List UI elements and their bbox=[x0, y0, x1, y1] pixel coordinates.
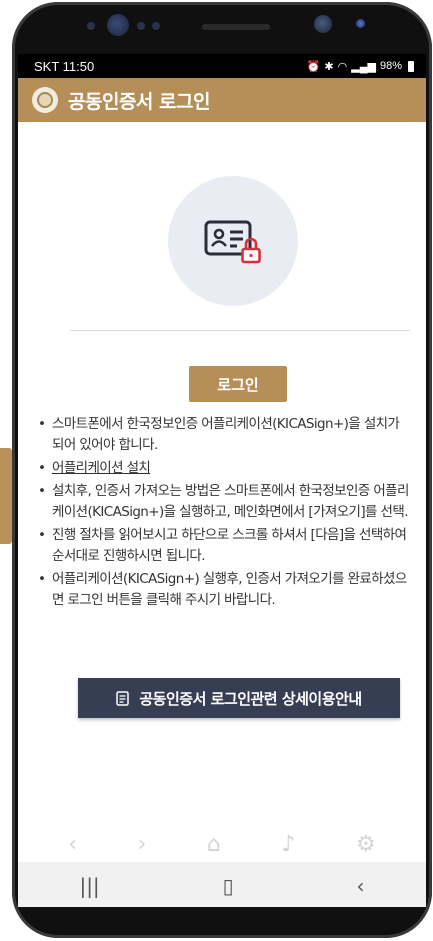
certificate-illustration bbox=[168, 176, 298, 306]
wifi-icon: ◠ bbox=[337, 60, 348, 73]
status-bar: SKT 11:50 ⏰ ✱ ◠ ▂▄▆ 98% bbox=[18, 54, 426, 78]
sensor-dot bbox=[137, 22, 145, 30]
phone-bottom-bezel bbox=[12, 907, 432, 938]
status-icons: ⏰ ✱ ◠ ▂▄▆ 98% bbox=[307, 60, 414, 73]
settings-icon[interactable]: ⚙ bbox=[356, 832, 376, 857]
instruction-item: 어플리케이션(KICASign+) 실행후, 인증서 가져오기를 완료하셨으면 … bbox=[38, 569, 414, 611]
instruction-item: 어플리케이션 설치 bbox=[38, 458, 414, 479]
emblem-logo bbox=[32, 87, 58, 113]
sensor-dot bbox=[356, 19, 365, 28]
iris-sensor bbox=[107, 14, 129, 36]
page-title: 공동인증서 로그인 bbox=[68, 90, 210, 113]
phone-top-bezel bbox=[12, 2, 432, 54]
phone-frame: SKT 11:50 ⏰ ✱ ◠ ▂▄▆ 98% 공동인증서 로그인 로그인 • … bbox=[12, 2, 432, 938]
divider bbox=[70, 330, 410, 331]
instruction-item: 설치후, 인증서 가져오는 방법은 스마트폰에서 한국정보인증 어플리케이션(K… bbox=[38, 481, 414, 523]
back-icon[interactable]: ‹ bbox=[68, 832, 77, 857]
login-button[interactable]: 로그인 bbox=[189, 366, 287, 402]
sensor-dot bbox=[152, 22, 160, 30]
browser-toolbar: ‹ › ⌂ ♪ ⚙ bbox=[18, 826, 426, 862]
instruction-item: 진행 절차를 읽어보시고 하단으로 스크롤 하셔서 [다음]을 선택하여 순서대… bbox=[38, 525, 414, 567]
forward-icon[interactable]: › bbox=[138, 832, 147, 857]
battery-level: 98% bbox=[379, 60, 402, 72]
front-camera bbox=[314, 15, 332, 33]
usage-guide-button[interactable]: 공동인증서 로그인관련 상세이용안내 bbox=[78, 678, 400, 718]
system-navigation-bar: ||| ▯ ‹ bbox=[18, 862, 426, 907]
screen: SKT 11:50 ⏰ ✱ ◠ ▂▄▆ 98% 공동인증서 로그인 로그인 • … bbox=[18, 54, 426, 907]
instruction-list: 스마트폰에서 한국정보인증 어플리케이션(KICASign+)을 설치가 되어 … bbox=[38, 414, 414, 613]
side-tab bbox=[0, 448, 12, 544]
alarm-icon: ⏰ bbox=[306, 60, 321, 73]
battery-icon bbox=[408, 60, 414, 72]
document-icon bbox=[116, 690, 130, 706]
bell-icon[interactable]: ♪ bbox=[281, 832, 295, 857]
earpiece-speaker bbox=[202, 24, 270, 30]
usage-guide-label: 공동인증서 로그인관련 상세이용안내 bbox=[139, 689, 362, 708]
instruction-item: 스마트폰에서 한국정보인증 어플리케이션(KICASign+)을 설치가 되어 … bbox=[38, 414, 414, 456]
status-carrier-time: SKT 11:50 bbox=[34, 58, 95, 74]
id-card-lock-icon bbox=[204, 220, 261, 264]
app-bar: 공동인증서 로그인 bbox=[18, 78, 426, 122]
install-app-link[interactable]: 어플리케이션 설치 bbox=[52, 460, 151, 476]
back-button-icon[interactable]: ‹ bbox=[357, 874, 365, 898]
bluetooth-icon: ✱ bbox=[324, 60, 334, 73]
sensor-dot bbox=[87, 22, 95, 30]
home-button-icon[interactable]: ▯ bbox=[223, 874, 234, 898]
signal-icon: ▂▄▆ bbox=[351, 60, 376, 73]
recent-apps-icon[interactable]: ||| bbox=[79, 874, 99, 898]
home-icon[interactable]: ⌂ bbox=[207, 832, 221, 857]
